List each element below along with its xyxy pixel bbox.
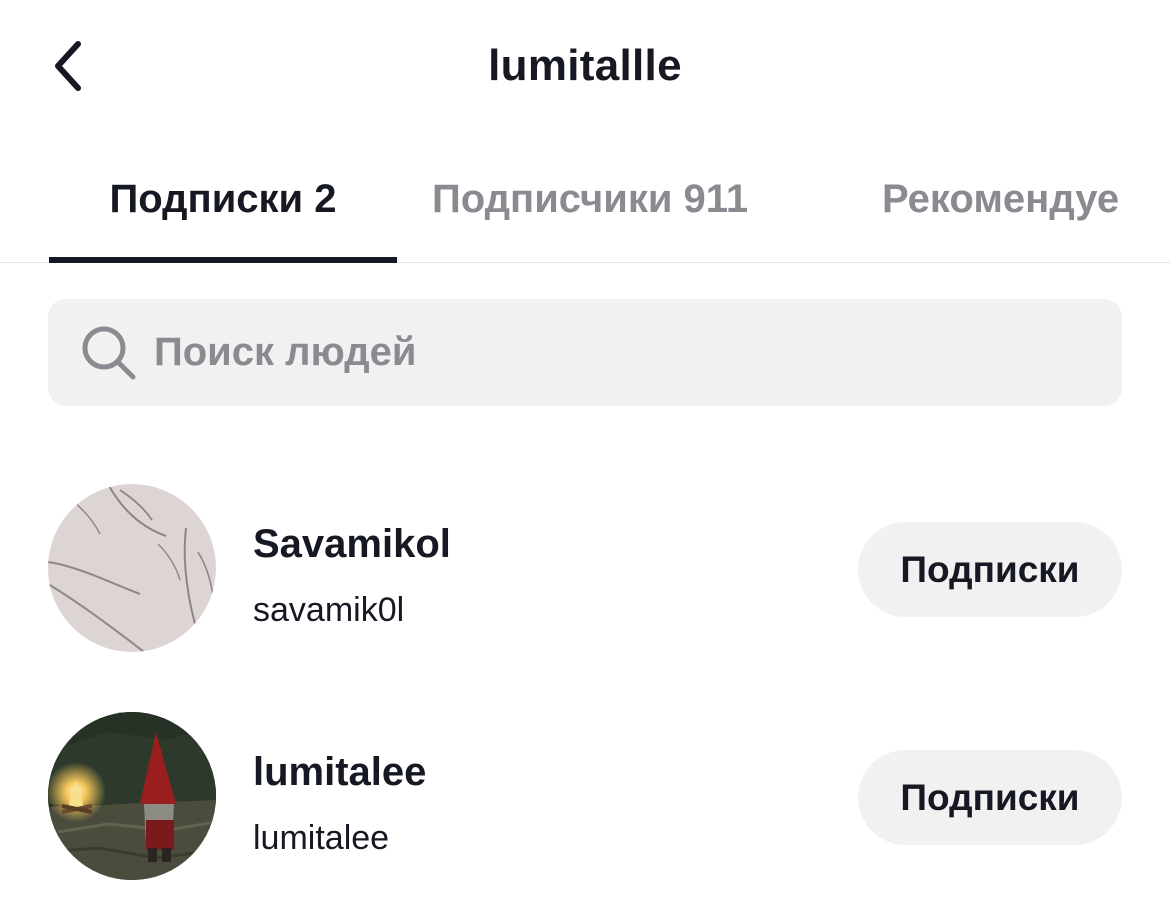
user-username: lumitalee bbox=[253, 819, 390, 857]
gnome-campfire-avatar-image bbox=[48, 712, 216, 880]
search-icon bbox=[80, 324, 138, 382]
sketch-avatar-image bbox=[48, 484, 216, 652]
user-username: savamik0l bbox=[253, 591, 405, 629]
tab-following[interactable]: Подписки 2 bbox=[49, 150, 397, 262]
user-display-name[interactable]: lumitalee bbox=[253, 748, 426, 796]
list-item[interactable]: Savamikol savamik0l Подписки bbox=[0, 484, 1170, 656]
list-item[interactable]: lumitalee lumitalee Подписки bbox=[0, 712, 1170, 884]
avatar[interactable] bbox=[48, 484, 216, 652]
top-bar: lumitallle bbox=[0, 0, 1170, 130]
following-button[interactable]: Подписки bbox=[858, 522, 1122, 617]
active-tab-indicator bbox=[49, 257, 397, 263]
user-display-name[interactable]: Savamikol bbox=[253, 520, 451, 568]
search-bar[interactable] bbox=[48, 299, 1122, 406]
page-title: lumitallle bbox=[488, 41, 682, 90]
tab-recommended[interactable]: Рекомендуе bbox=[882, 150, 1119, 262]
avatar[interactable] bbox=[48, 712, 216, 880]
tab-bar: Подписки 2 Подписчики 911 Рекомендуе bbox=[0, 150, 1170, 263]
following-button[interactable]: Подписки bbox=[858, 750, 1122, 845]
search-input[interactable] bbox=[154, 322, 1014, 383]
tab-followers[interactable]: Подписчики 911 bbox=[432, 150, 748, 262]
